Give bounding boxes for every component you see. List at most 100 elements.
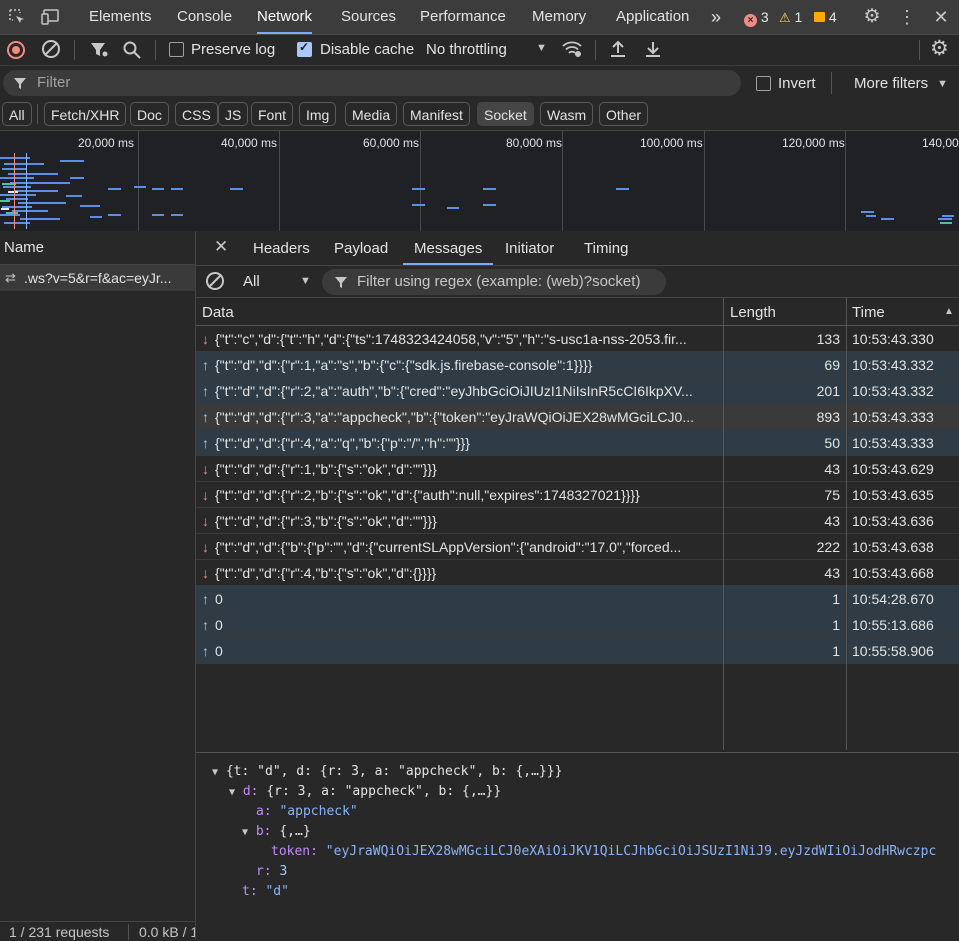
filter-input-box[interactable]: Filter (3, 70, 741, 96)
message-data: 0 (215, 643, 223, 659)
chip-wasm[interactable]: Wasm (540, 102, 594, 126)
tab-messages[interactable]: Messages (403, 231, 494, 265)
close-detail-icon[interactable]: ✕ (214, 237, 228, 257)
expanded-triangle-icon[interactable]: ▼ (229, 787, 235, 798)
warnings-badge[interactable]: ⚠ 1 (779, 0, 802, 35)
tab-console[interactable]: Console (177, 0, 232, 34)
tab-memory[interactable]: Memory (532, 0, 586, 34)
message-row[interactable]: ↑ 0 1 10:54:28.670 (196, 586, 959, 612)
message-time: 10:53:43.636 (852, 513, 934, 529)
chip-media[interactable]: Media (345, 102, 398, 126)
chip-socket[interactable]: Socket (477, 102, 534, 126)
expanded-triangle-icon[interactable]: ▼ (212, 767, 218, 778)
tree-root[interactable]: ▼ {t: "d", d: {r: 3, a: "appcheck", b: {… (212, 762, 562, 782)
invert-checkbox[interactable] (756, 76, 771, 91)
message-row[interactable]: ↓ {"t":"d","d":{"b":{"p":"","d":{"current… (196, 534, 959, 560)
clear-messages-icon[interactable] (206, 272, 224, 290)
settings-gear-icon[interactable]: ⚙ (861, 0, 883, 34)
message-data: {"t":"d","d":{"b":{"p":"","d":{"currentS… (215, 539, 682, 555)
tab-application[interactable]: Application (616, 0, 689, 34)
request-row-selected[interactable]: ⇄ .ws?v=5&r=f&ac=eyJr... (0, 265, 195, 291)
tab-network[interactable]: Network (257, 0, 313, 34)
more-filters-dropdown[interactable]: More filters (854, 75, 928, 92)
messages-table-header: Data Length Time ▲ (196, 299, 959, 326)
overview-request-bar (866, 215, 876, 217)
chip-img[interactable]: Img (299, 102, 337, 126)
message-row[interactable]: ↑ 0 1 10:55:13.686 (196, 612, 959, 638)
sort-ascending-icon: ▲ (944, 306, 954, 317)
column-divider[interactable] (846, 298, 847, 750)
filter-placeholder: Filter (37, 74, 71, 91)
message-row[interactable]: ↓ {"t":"c","d":{"t":"h","d":{"ts":1748323… (196, 326, 959, 352)
message-row[interactable]: ↓ {"t":"d","d":{"r":4,"b":{"s":"ok","d":{… (196, 560, 959, 586)
chip-all[interactable]: All (2, 102, 32, 126)
close-devtools-icon[interactable]: ✕ (930, 0, 952, 34)
tree-node-d[interactable]: ▼ d: {r: 3, a: "appcheck", b: {,…}} (229, 782, 501, 802)
tab-initiator[interactable]: Initiator (505, 231, 554, 265)
tab-sources[interactable]: Sources (341, 0, 396, 34)
column-divider[interactable] (723, 298, 724, 750)
tab-timing[interactable]: Timing (584, 231, 628, 265)
message-row[interactable]: ↓ {"t":"d","d":{"r":2,"b":{"s":"ok","d":{… (196, 482, 959, 508)
chip-css[interactable]: CSS (175, 102, 218, 126)
message-type-select[interactable]: All (243, 273, 260, 290)
chip-js[interactable]: JS (218, 102, 249, 126)
message-row[interactable]: ↑ {"t":"d","d":{"r":4,"a":"q","b":{"p":"/… (196, 430, 959, 456)
network-overview-timeline[interactable]: 20,000 ms 40,000 ms 60,000 ms 80,000 ms … (0, 130, 959, 232)
preserve-log-label: Preserve log (191, 41, 276, 58)
throttling-select[interactable]: No throttling (426, 41, 507, 58)
message-row[interactable]: ↑ {"t":"d","d":{"r":2,"a":"auth","b":{"cr… (196, 378, 959, 404)
message-length: 201 (816, 383, 840, 399)
disable-cache-checkbox[interactable] (297, 40, 312, 57)
chip-fetch-xhr[interactable]: Fetch/XHR (44, 102, 127, 126)
tree-node-b[interactable]: ▼ b: {,…} (242, 822, 311, 842)
more-options-icon[interactable]: ⋮ (897, 0, 917, 34)
message-time: 10:53:43.629 (852, 461, 934, 477)
sent-arrow-icon: ↑ (202, 591, 209, 607)
message-filter-input[interactable]: Filter using regex (example: (web)?socke… (322, 269, 666, 295)
chevron-down-icon[interactable]: ▼ (536, 42, 547, 54)
message-row[interactable]: ↓ {"t":"d","d":{"r":3,"b":{"s":"ok","d":"… (196, 508, 959, 534)
errors-badge[interactable]: × 3 (744, 0, 769, 34)
length-column-header[interactable]: Length (730, 304, 776, 321)
more-tabs-icon[interactable]: » (711, 0, 721, 34)
message-row[interactable]: ↑ 0 1 10:55:58.906 (196, 638, 959, 664)
message-length: 43 (824, 461, 840, 477)
request-list-header: Name (0, 231, 195, 265)
record-stop-icon[interactable] (7, 41, 25, 59)
inspect-element-icon[interactable] (6, 0, 28, 34)
clear-icon[interactable] (42, 40, 60, 58)
expanded-triangle-icon[interactable]: ▼ (242, 827, 248, 838)
message-length: 43 (824, 513, 840, 529)
message-row[interactable]: ↑ {"t":"d","d":{"r":1,"a":"s","b":{"c":{"… (196, 352, 959, 378)
issues-badge[interactable]: 4 (814, 0, 837, 34)
overview-request-bar (171, 214, 183, 216)
chip-doc[interactable]: Doc (130, 102, 169, 126)
time-column-header[interactable]: Time (852, 304, 885, 321)
overview-request-bar (230, 188, 243, 190)
network-conditions-icon[interactable] (561, 39, 583, 62)
tab-headers[interactable]: Headers (253, 231, 310, 265)
network-settings-gear-icon[interactable]: ⚙ (930, 36, 949, 61)
search-icon[interactable] (122, 40, 142, 63)
filter-funnel-icon[interactable] (89, 40, 109, 63)
message-row[interactable]: ↓ {"t":"d","d":{"r":1,"b":{"s":"ok","d":"… (196, 456, 959, 482)
message-filter-placeholder: Filter using regex (example: (web)?socke… (357, 273, 641, 290)
tab-payload[interactable]: Payload (334, 231, 388, 265)
tree-node-token: token: "eyJraWQiOiJEX28wMGciLCJ0eXAiOiJK… (271, 842, 959, 862)
chip-font[interactable]: Font (251, 102, 294, 126)
message-row[interactable]: ↑ {"t":"d","d":{"r":3,"a":"appcheck","b":… (196, 404, 959, 430)
name-column-header[interactable]: Name (4, 239, 44, 256)
import-har-icon[interactable] (609, 39, 627, 62)
data-column-header[interactable]: Data (202, 304, 234, 321)
device-toolbar-icon[interactable] (40, 0, 64, 34)
chip-manifest[interactable]: Manifest (403, 102, 470, 126)
export-har-icon[interactable] (644, 39, 662, 62)
more-filters-chevron-icon[interactable]: ▼ (937, 78, 948, 90)
tab-elements[interactable]: Elements (89, 0, 152, 34)
preserve-log-checkbox[interactable] (169, 42, 184, 57)
chip-other[interactable]: Other (599, 102, 649, 126)
tab-performance[interactable]: Performance (420, 0, 506, 34)
overview-request-bar (938, 218, 952, 220)
message-type-chevron-icon[interactable]: ▼ (300, 275, 311, 287)
